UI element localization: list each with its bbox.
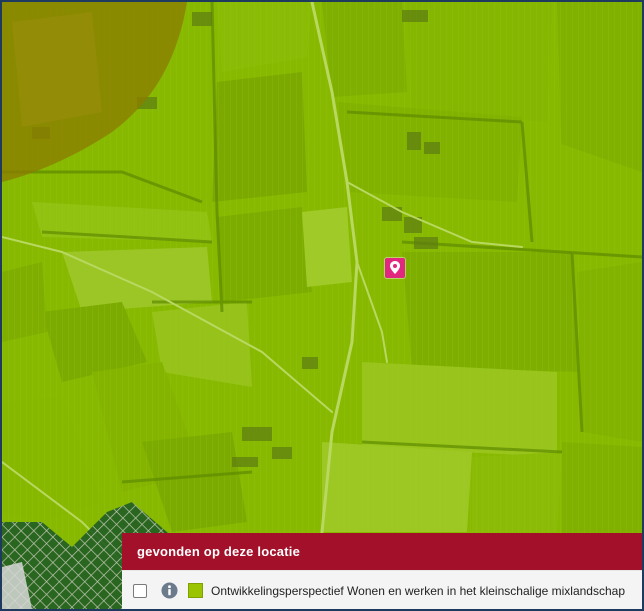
map-pin-icon bbox=[390, 261, 400, 274]
layer-checkbox[interactable] bbox=[133, 583, 147, 598]
layer-label: Ontwikkelingsperspectief Wonen en werken… bbox=[211, 583, 625, 598]
results-panel: gevonden op deze locatie Ontwikkelingspe… bbox=[122, 533, 642, 609]
result-item[interactable]: Ontwikkelingsperspectief Wonen en werken… bbox=[122, 570, 642, 609]
location-marker[interactable] bbox=[385, 258, 405, 278]
info-icon[interactable] bbox=[161, 582, 178, 599]
legend-swatch bbox=[188, 583, 203, 598]
results-header: gevonden op deze locatie bbox=[122, 533, 642, 570]
map-frame[interactable]: gevonden op deze locatie Ontwikkelingspe… bbox=[0, 0, 644, 611]
map-view[interactable] bbox=[2, 2, 642, 609]
